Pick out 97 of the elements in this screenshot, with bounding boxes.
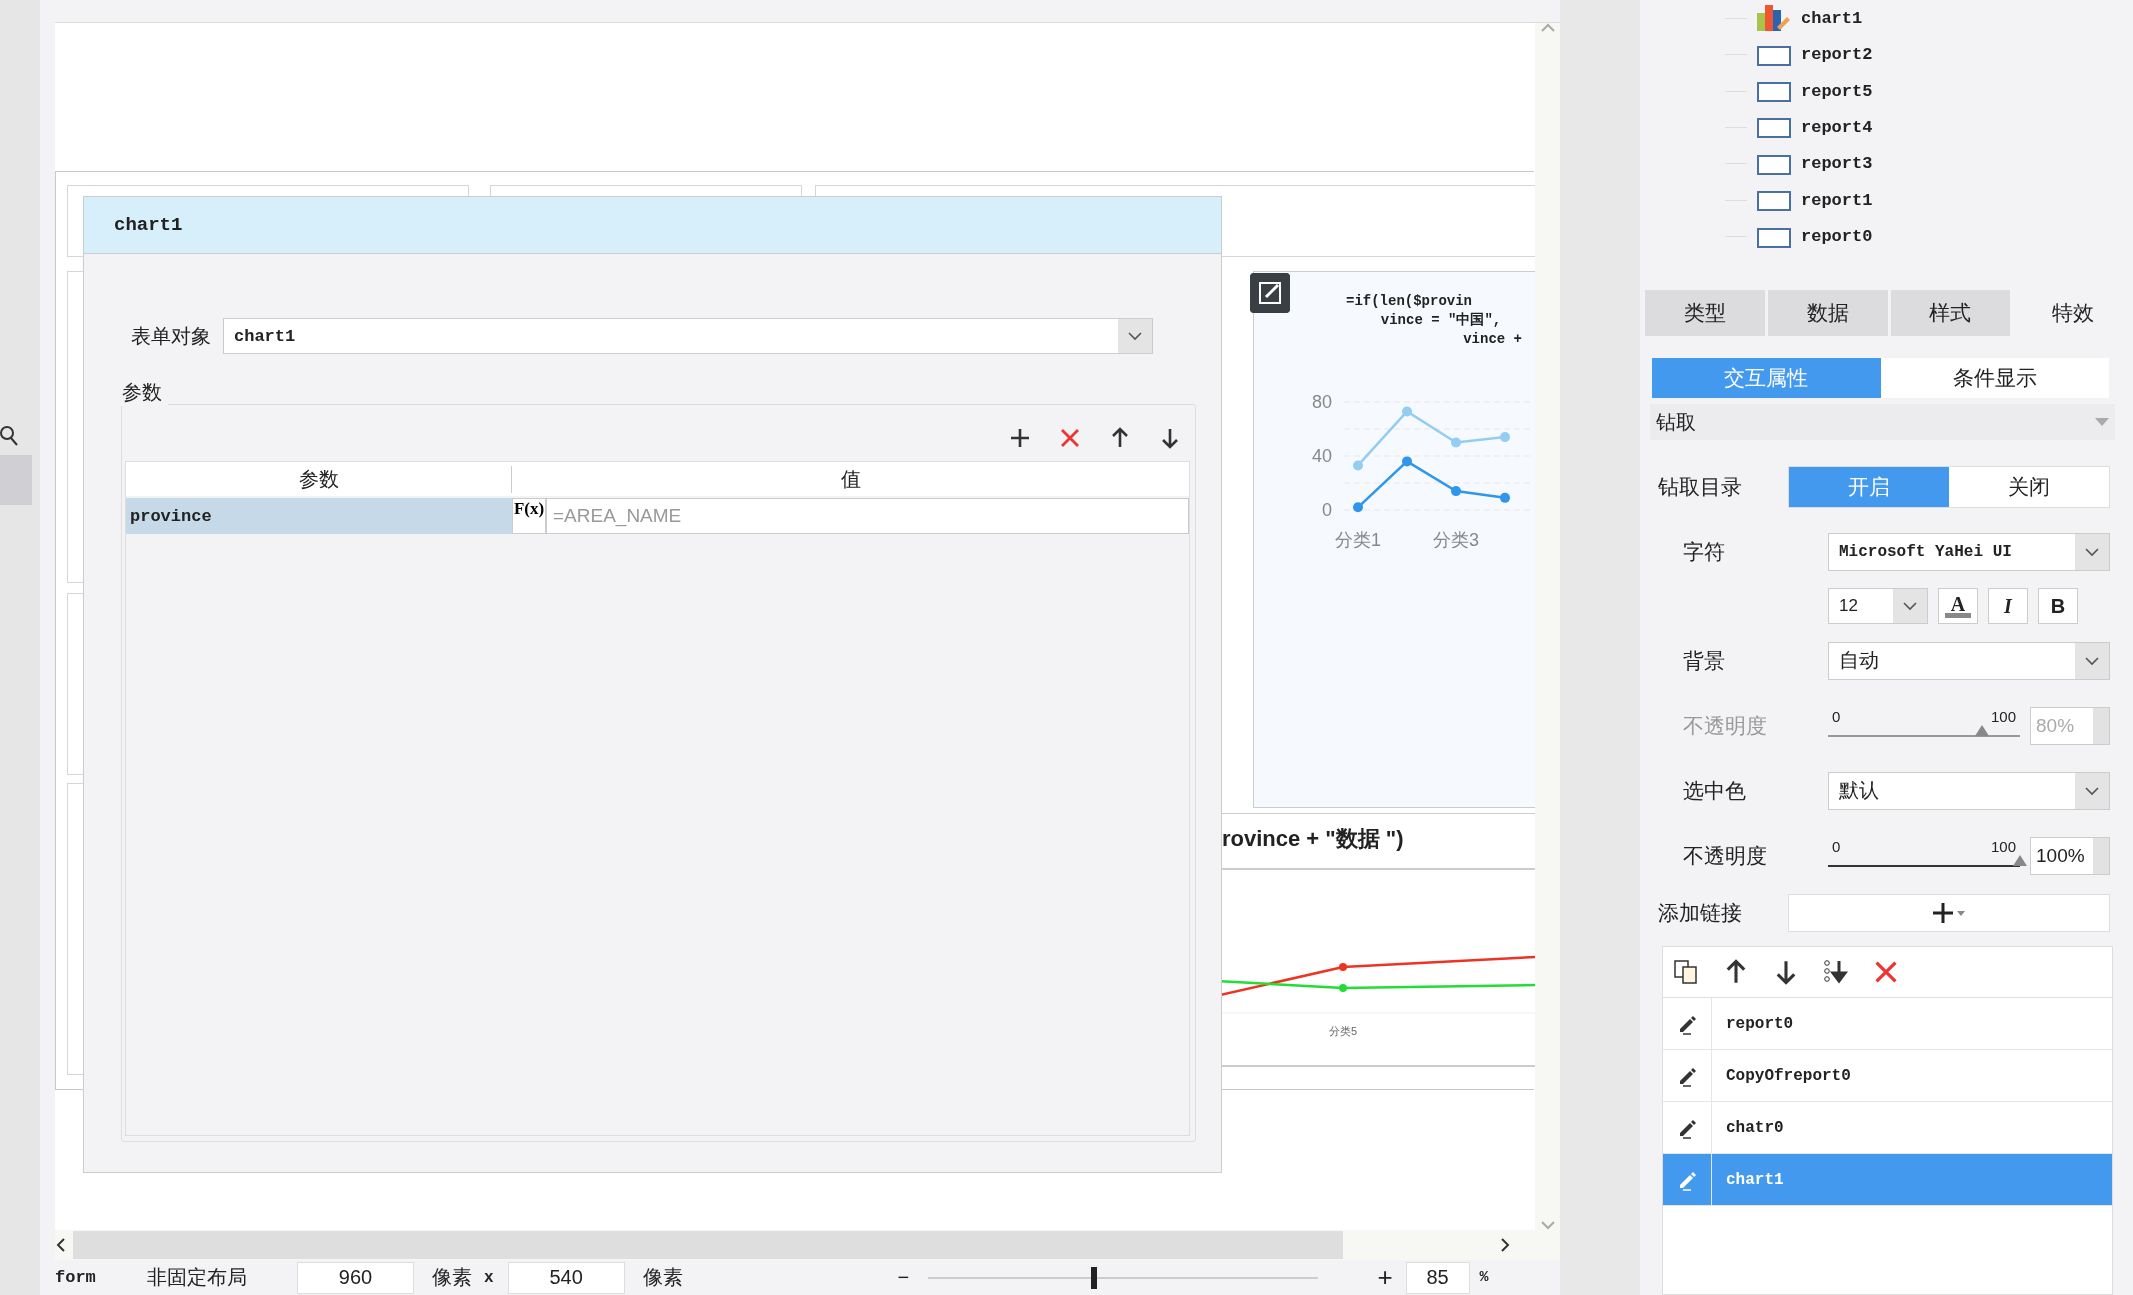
move-down-icon[interactable] — [1159, 427, 1181, 449]
field-label: 添加链接 — [1657, 900, 1743, 926]
highlight-color-dropdown[interactable]: 默认 — [1828, 771, 2110, 810]
scrollbar-thumb[interactable] — [73, 1231, 1343, 1259]
link-item[interactable]: CopyOfreport0 — [1712, 1050, 2112, 1101]
add-icon — [1932, 901, 1966, 925]
form-name: form — [55, 1268, 97, 1287]
report-icon — [1757, 225, 1791, 248]
link-item[interactable]: chatr0 — [1712, 1102, 2112, 1153]
chart-icon — [1757, 5, 1791, 32]
param-value-field[interactable]: =AREA_NAME — [546, 498, 1189, 534]
font-size-dropdown[interactable]: 12 — [1828, 588, 1928, 624]
report-icon — [1757, 152, 1791, 175]
scroll-left-icon[interactable] — [55, 1237, 67, 1253]
font-dropdown[interactable]: Microsoft YaHei UI — [1828, 532, 2110, 571]
slider-min-label: 0 — [1832, 838, 1841, 855]
chart-title: vince + — [1462, 330, 1523, 349]
formula-text: rovince + "数据 ") — [1222, 825, 1404, 853]
data-point — [1353, 460, 1363, 471]
add-icon[interactable] — [1009, 427, 1031, 449]
section-title: 钻取 — [1656, 409, 1696, 435]
background-dropdown[interactable]: 自动 — [1828, 641, 2110, 680]
tab[interactable]: 样式 — [1890, 290, 2011, 336]
field-label: 字符 — [1682, 538, 1726, 565]
formula-button[interactable]: F(x) — [512, 498, 546, 534]
unit-label: 像素 — [642, 1265, 684, 1290]
delete-icon[interactable] — [1873, 959, 1899, 985]
layout-type[interactable]: 非固定布局 — [147, 1264, 297, 1291]
dialog-title: chart1 — [114, 214, 183, 236]
tree-item[interactable]: report4 — [1801, 117, 1873, 137]
copy-icon[interactable] — [1673, 959, 1699, 985]
caret-icon — [2084, 785, 2100, 796]
section-header[interactable]: 钻取 — [1650, 404, 2115, 440]
field-label: 选中色 — [1682, 777, 1747, 804]
search-icon[interactable] — [0, 425, 20, 447]
field-label: 不透明度 — [1682, 842, 1768, 869]
field-label: 钻取目录 — [1657, 473, 1743, 500]
data-point — [1500, 432, 1510, 443]
slider-max-label: 100 — [1990, 838, 2016, 855]
zoom-slider-thumb[interactable] — [1091, 1266, 1098, 1289]
y-tick-label: 0 — [1322, 500, 1332, 520]
unit-label: 像素 — [432, 1265, 472, 1290]
move-to-bottom-icon[interactable] — [1823, 959, 1849, 985]
caret-icon — [2084, 546, 2100, 557]
percent-sign: % — [1479, 1269, 1489, 1286]
field-label: 背景 — [1682, 647, 1726, 674]
caret-icon — [2084, 655, 2100, 666]
font-color-button[interactable]: A — [1938, 588, 1978, 624]
y-tick-label: 40 — [1311, 446, 1332, 466]
chart-title: vince = "中国", — [1379, 311, 1503, 330]
data-point — [1451, 437, 1461, 448]
times-sign: x — [484, 1268, 494, 1287]
link-item[interactable]: report0 — [1712, 998, 2112, 1049]
report-icon — [1757, 80, 1791, 103]
tab[interactable]: 数据 — [1767, 290, 1888, 336]
zoom-in-button[interactable]: + — [1377, 1262, 1406, 1293]
y-tick-label: 80 — [1311, 392, 1332, 412]
sub-tab[interactable]: 条件显示 — [1880, 358, 2109, 398]
x-tick-label: 分类3 — [1433, 530, 1479, 550]
slider-min-label: 0 — [1832, 708, 1841, 725]
edit-icon[interactable] — [1250, 273, 1290, 313]
data-point — [1402, 456, 1412, 467]
slider-max-label: 100 — [1990, 708, 2016, 725]
scroll-right-icon[interactable] — [1499, 1237, 1511, 1253]
column-header: 参数 — [126, 465, 512, 493]
delete-icon[interactable] — [1059, 427, 1081, 449]
report-icon — [1757, 116, 1791, 139]
report-icon — [1757, 189, 1791, 212]
tree-item[interactable]: report5 — [1801, 81, 1873, 101]
tree-item[interactable]: report2 — [1801, 45, 1873, 65]
x-tick-label: 分类1 — [1335, 530, 1381, 550]
field-label: 表单对象 — [131, 323, 211, 349]
tree-item[interactable]: report0 — [1801, 227, 1873, 247]
zoom-field[interactable]: 85 — [1405, 1261, 1470, 1294]
report-icon — [1757, 43, 1791, 66]
tree-item[interactable]: report3 — [1801, 154, 1873, 174]
italic-button[interactable]: I — [1988, 588, 2028, 624]
height-field[interactable]: 540 — [507, 1261, 625, 1294]
caret-icon — [1127, 331, 1143, 341]
param-name-cell[interactable]: province — [126, 498, 512, 534]
tree-item[interactable]: report1 — [1801, 190, 1873, 210]
opacity-spinner[interactable]: 100% — [2030, 836, 2110, 875]
object-dropdown[interactable]: chart1 — [223, 318, 1153, 354]
width-field[interactable]: 960 — [297, 1261, 414, 1294]
chart-title: =if(len($provin — [1346, 292, 1474, 311]
zoom-out-button[interactable]: − — [897, 1266, 928, 1289]
column-header: 值 — [839, 466, 862, 492]
field-label: 不透明度 — [1682, 712, 1768, 739]
toggle-option[interactable]: 关闭 — [1949, 466, 2109, 507]
data-point — [1353, 502, 1363, 513]
data-point — [1402, 406, 1412, 417]
bold-button[interactable]: B — [2038, 588, 2078, 624]
caret-icon — [1902, 601, 1918, 611]
data-point — [1451, 486, 1461, 497]
data-point — [1500, 492, 1510, 503]
tree-item[interactable]: chart1 — [1801, 8, 1863, 28]
tab[interactable]: 类型 — [1645, 290, 1765, 336]
